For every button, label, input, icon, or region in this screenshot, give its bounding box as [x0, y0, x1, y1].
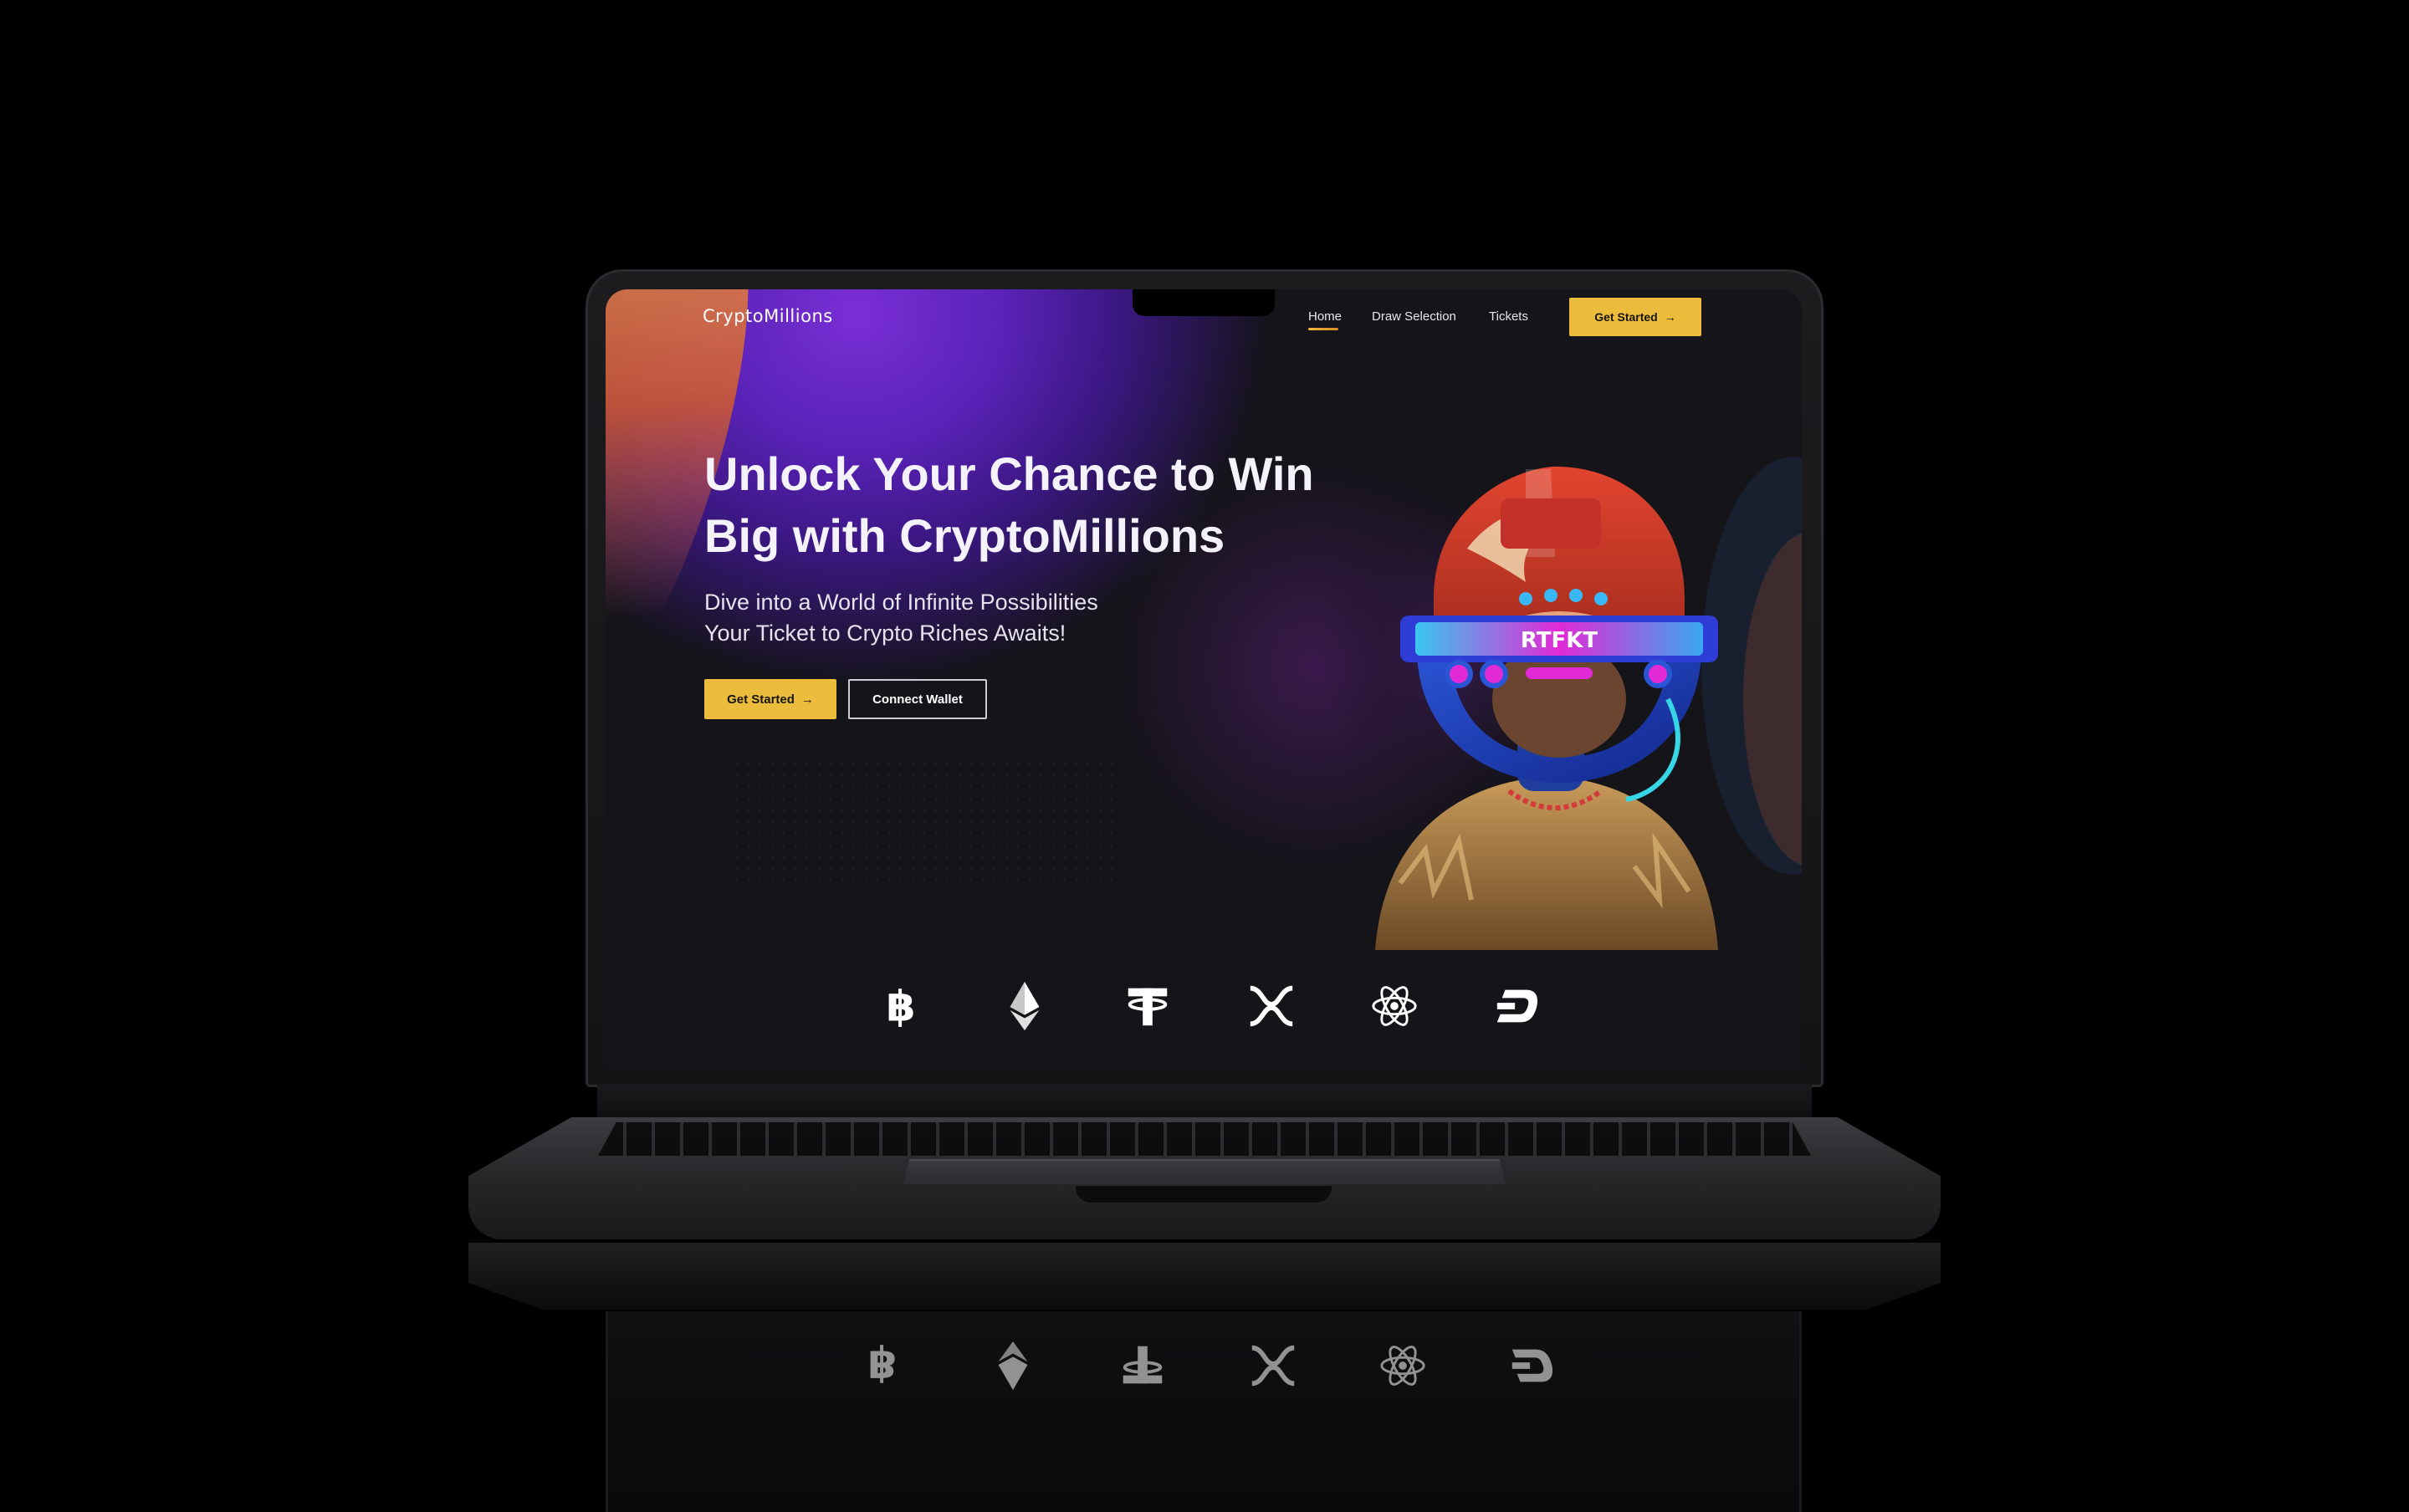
ethereum-icon	[998, 1341, 1028, 1391]
hero-get-started-button[interactable]: Get Started →	[704, 679, 836, 719]
visor-text: RTFKT	[1521, 628, 1598, 653]
nav-link-tickets[interactable]: Tickets	[1489, 309, 1528, 324]
svg-text:฿: ฿	[886, 981, 915, 1030]
nav-link-draw-selection[interactable]: Draw Selection	[1372, 309, 1456, 324]
laptop-screen: CryptoMillions Home Draw Selection Ticke…	[606, 289, 1802, 1069]
ethereum-icon	[1010, 981, 1040, 1031]
supported-coins: ฿	[875, 977, 1544, 1035]
reflected-coins: ฿	[857, 1336, 1559, 1395]
xrp-icon	[1250, 985, 1293, 1027]
laptop-trackpad	[903, 1159, 1506, 1184]
tether-icon	[1123, 1346, 1163, 1384]
arrow-right-icon: →	[800, 692, 814, 707]
character-illustration: RTFKT	[1317, 457, 1802, 950]
cosmos-icon	[1380, 1346, 1426, 1386]
cosmos-icon	[1372, 986, 1418, 1026]
bitcoin-icon: ฿	[886, 981, 915, 1030]
dot-pattern	[731, 758, 1116, 891]
hero-subtitle-line2: Your Ticket to Crypto Riches Awaits!	[704, 621, 1066, 646]
hero-get-started-label: Get Started	[727, 692, 795, 707]
xrp-icon	[1251, 1345, 1295, 1387]
dash-icon	[1511, 1349, 1553, 1382]
site-logo[interactable]: CryptoMillions	[703, 306, 833, 326]
laptop-front-notch	[1076, 1186, 1332, 1203]
hero-subtitle: Dive into a World of Infinite Possibilit…	[704, 587, 1290, 649]
arrow-right-icon: →	[1664, 310, 1676, 324]
laptop-reflection-base	[468, 1243, 1941, 1310]
dash-icon	[1496, 989, 1538, 1023]
nav-get-started-button[interactable]: Get Started →	[1569, 298, 1701, 336]
nav-get-started-label: Get Started	[1594, 310, 1658, 324]
hero-subtitle-line1: Dive into a World of Infinite Possibilit…	[704, 590, 1098, 615]
laptop-keyboard	[598, 1122, 1811, 1156]
tether-icon	[1128, 988, 1168, 1026]
laptop-hinge	[597, 1084, 1812, 1119]
camera-notch	[1133, 289, 1275, 316]
svg-text:฿: ฿	[867, 1341, 897, 1391]
top-nav: CryptoMillions Home Draw Selection Ticke…	[606, 289, 1802, 350]
connect-wallet-button[interactable]: Connect Wallet	[848, 679, 987, 719]
nav-link-home[interactable]: Home	[1308, 309, 1342, 330]
bitcoin-icon: ฿	[867, 1341, 897, 1391]
